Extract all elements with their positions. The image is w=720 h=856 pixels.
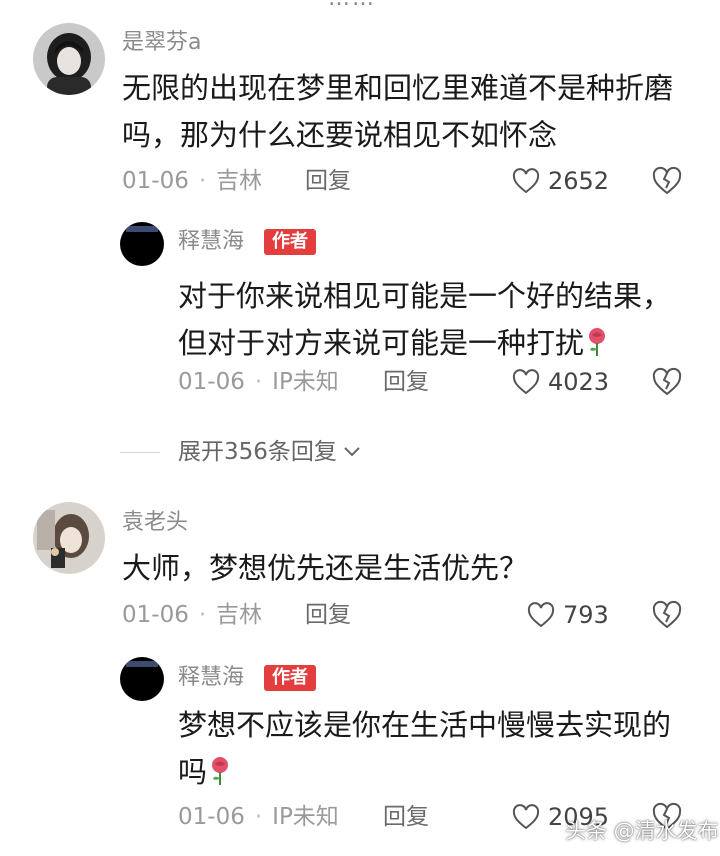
expand-divider (120, 452, 160, 453)
comment-meta: 01-06 · 吉林 (122, 600, 262, 630)
author-badge: 作者 (264, 665, 316, 691)
avatar[interactable] (33, 502, 105, 574)
broken-heart-icon[interactable] (652, 166, 682, 196)
comment-date: 01-06 (178, 369, 245, 395)
like-button[interactable]: 793 (527, 600, 609, 630)
avatar[interactable] (33, 23, 105, 95)
reply-button[interactable]: 回复 (305, 166, 351, 196)
author-badge: 作者 (264, 229, 316, 255)
expand-replies-button[interactable]: 展开356条回复 (178, 437, 361, 467)
rose-icon (212, 757, 229, 785)
comment-location: IP未知 (272, 804, 339, 830)
heart-icon (512, 369, 540, 395)
username[interactable]: 释慧海 (178, 228, 244, 256)
comment-text: 无限的出现在梦里和回忆里难道不是种折磨吗，那为什么还要说相见不如怀念 (122, 71, 674, 152)
reply-button[interactable]: 回复 (305, 600, 351, 630)
username[interactable]: 释慧海 (178, 664, 244, 692)
avatar[interactable] (120, 222, 164, 266)
expand-replies-label: 展开356条回复 (178, 439, 337, 465)
rose-icon (589, 328, 606, 356)
avatar-black-icon (120, 222, 164, 266)
avatar-black-icon (120, 657, 164, 701)
username[interactable]: 是翠芬a (122, 29, 201, 57)
chevron-down-icon (344, 447, 360, 457)
separator-dot: · (198, 168, 207, 194)
avatar[interactable] (120, 657, 164, 701)
avatar-photo-icon (33, 502, 105, 574)
separator-dot: · (254, 369, 263, 395)
comment-meta: 01-06 · 吉林 (122, 166, 262, 196)
comment-date: 01-06 (122, 168, 189, 194)
like-count: 2652 (548, 167, 610, 195)
comment-location: 吉林 (216, 168, 263, 194)
avatar-dark-hair-icon (33, 23, 105, 95)
comment-date: 01-06 (122, 602, 189, 628)
comment-meta: 01-06 · IP未知 (178, 802, 339, 832)
top-edge: …… (0, 0, 720, 11)
like-button[interactable]: 2652 (512, 166, 609, 196)
watermark: 头条 @清水发布 (565, 819, 719, 843)
comment-meta: 01-06 · IP未知 (178, 367, 339, 397)
comment-location: IP未知 (272, 369, 339, 395)
comment-text: 对于你来说相见可能是一个好的结果，但对于对方来说可能是一种打扰 (178, 273, 688, 367)
separator-dot: · (254, 804, 263, 830)
separator-dot: · (198, 602, 207, 628)
comment-text: 梦想不应该是你在生活中慢慢去实现的吗 (178, 702, 698, 796)
broken-heart-icon[interactable] (652, 600, 682, 630)
heart-icon (512, 168, 540, 194)
reply-text: 梦想不应该是你在生活中慢慢去实现的吗 (178, 708, 672, 789)
top-partial-text: …… (328, 0, 376, 11)
reply-button[interactable]: 回复 (383, 367, 429, 397)
like-button[interactable]: 4023 (512, 367, 609, 397)
heart-icon (527, 602, 555, 628)
username[interactable]: 袁老头 (122, 509, 188, 537)
comment-text: 大师，梦想优先还是生活优先？ (122, 551, 529, 585)
like-count: 4023 (548, 368, 610, 396)
comment-location: 吉林 (216, 602, 263, 628)
reply-button[interactable]: 回复 (383, 802, 429, 832)
heart-icon (512, 804, 540, 830)
like-count: 793 (563, 601, 609, 629)
broken-heart-icon[interactable] (652, 367, 682, 397)
comment-date: 01-06 (178, 804, 245, 830)
